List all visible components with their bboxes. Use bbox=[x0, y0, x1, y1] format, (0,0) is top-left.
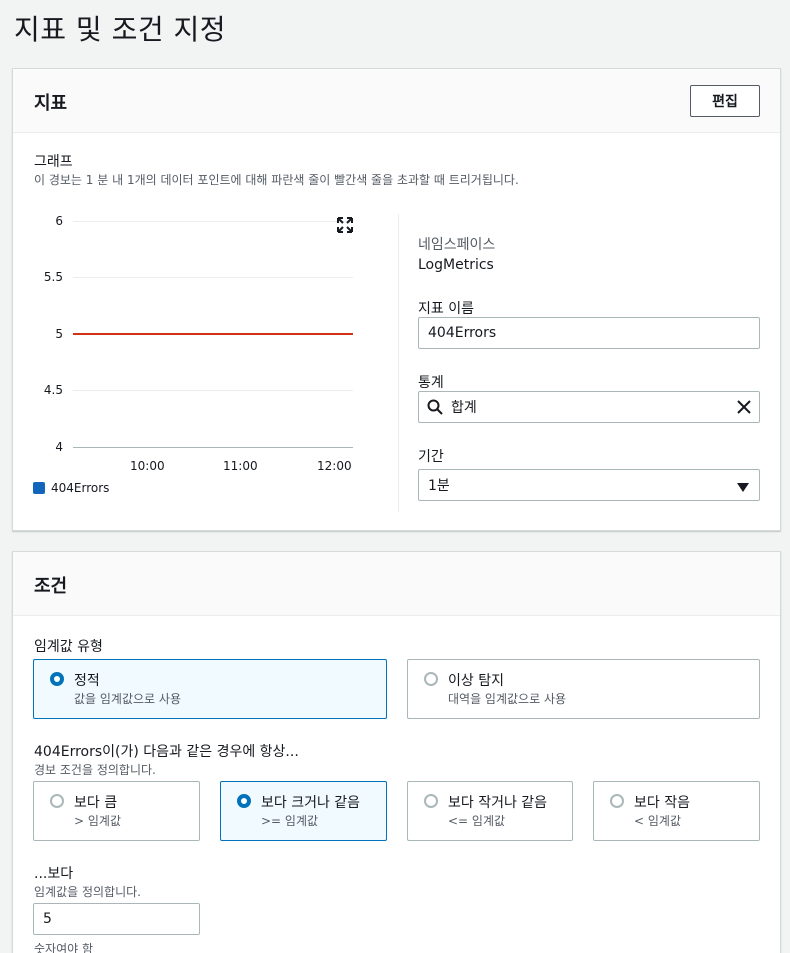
static-desc: 값을 임계값으로 사용 bbox=[74, 692, 181, 706]
than-label: ...보다 bbox=[34, 866, 74, 882]
conditions-panel: 조건 임계값 유형 정적 값을 임계값으로 사용 이상 탐지 대역을 임계값으로… bbox=[12, 551, 781, 953]
threshold-type-label: 임계값 유형 bbox=[34, 639, 103, 655]
clear-icon[interactable] bbox=[737, 400, 751, 414]
conditions-panel-title: 조건 bbox=[34, 576, 68, 597]
less-desc: < 임계값 bbox=[634, 814, 681, 828]
metric-panel-title: 지표 bbox=[34, 93, 68, 114]
graph-label: 그래프 bbox=[34, 154, 73, 170]
column-divider bbox=[398, 214, 399, 512]
namespace-value: LogMetrics bbox=[418, 257, 494, 273]
greater-title: 보다 큼 bbox=[74, 795, 118, 811]
radio-anomaly[interactable] bbox=[424, 672, 438, 686]
radio-less-equal[interactable] bbox=[424, 794, 438, 808]
conditions-panel-header: 조건 bbox=[13, 552, 780, 616]
operator-greater-equal[interactable]: 보다 크거나 같음 >= 임계값 bbox=[220, 781, 387, 841]
legend-label: 404Errors bbox=[51, 481, 110, 495]
chart-legend: 404Errors bbox=[33, 481, 109, 495]
greater-desc: > 임계값 bbox=[74, 814, 121, 828]
x-axis-line bbox=[73, 447, 353, 448]
metric-chart: 6 5.5 5 4.5 4 10:00 11:00 12:00 404Error… bbox=[33, 209, 363, 509]
statistic-value: 합계 bbox=[451, 400, 477, 416]
threshold-type-static[interactable]: 정적 값을 임계값으로 사용 bbox=[33, 659, 387, 719]
edit-button[interactable]: 편집 bbox=[690, 85, 760, 117]
namespace-label: 네임스페이스 bbox=[418, 237, 496, 253]
radio-less[interactable] bbox=[610, 794, 624, 808]
anomaly-title: 이상 탐지 bbox=[448, 673, 504, 689]
threshold-hint: 숫자여야 함 bbox=[34, 942, 94, 953]
x-tick-label: 12:00 bbox=[317, 459, 352, 473]
y-tick-label: 6 bbox=[55, 214, 63, 228]
metric-panel: 지표 편집 그래프 이 경보는 1 분 내 1개의 데이터 포인트에 대해 파란… bbox=[12, 68, 781, 531]
period-select[interactable]: 1분 bbox=[418, 469, 760, 501]
caret-down-icon bbox=[737, 481, 749, 492]
radio-greater[interactable] bbox=[50, 794, 64, 808]
threshold-line bbox=[73, 333, 353, 335]
threshold-type-anomaly[interactable]: 이상 탐지 대역을 임계값으로 사용 bbox=[407, 659, 760, 719]
metric-name-field[interactable]: 404Errors bbox=[418, 317, 760, 349]
search-icon bbox=[427, 399, 443, 415]
x-tick-label: 11:00 bbox=[223, 459, 258, 473]
operator-less[interactable]: 보다 작음 < 임계값 bbox=[593, 781, 760, 841]
whenever-description: 경보 조건을 정의합니다. bbox=[34, 763, 156, 777]
statistic-search-field[interactable]: 합계 bbox=[418, 391, 760, 423]
y-tick-label: 5.5 bbox=[43, 270, 63, 284]
y-tick-label: 4 bbox=[55, 440, 63, 454]
period-label: 기간 bbox=[418, 449, 444, 465]
metric-panel-header: 지표 편집 bbox=[13, 69, 780, 133]
expand-icon[interactable] bbox=[337, 217, 353, 233]
y-tick-label: 4.5 bbox=[43, 383, 63, 397]
gridline bbox=[73, 390, 353, 391]
legend-swatch bbox=[33, 482, 45, 494]
gridline bbox=[73, 277, 353, 278]
gridline bbox=[73, 221, 353, 222]
less-equal-title: 보다 작거나 같음 bbox=[448, 795, 548, 811]
graph-description: 이 경보는 1 분 내 1개의 데이터 포인트에 대해 파란색 줄이 빨간색 줄… bbox=[34, 173, 519, 187]
than-description: 임계값을 정의합니다. bbox=[34, 885, 141, 899]
less-equal-desc: <= 임계값 bbox=[448, 814, 506, 828]
threshold-value-input[interactable]: 5 bbox=[33, 903, 200, 935]
statistic-label: 통계 bbox=[418, 375, 444, 391]
greater-equal-desc: >= 임계값 bbox=[261, 814, 319, 828]
anomaly-desc: 대역을 임계값으로 사용 bbox=[448, 692, 567, 706]
x-tick-label: 10:00 bbox=[130, 459, 165, 473]
less-title: 보다 작음 bbox=[634, 795, 690, 811]
page-title: 지표 및 조건 지정 bbox=[14, 13, 227, 46]
metric-name-label: 지표 이름 bbox=[418, 301, 474, 317]
radio-static[interactable] bbox=[50, 672, 64, 686]
greater-equal-title: 보다 크거나 같음 bbox=[261, 795, 361, 811]
y-tick-label: 5 bbox=[55, 327, 63, 341]
whenever-label: 404Errors이(가) 다음과 같은 경우에 항상... bbox=[34, 744, 299, 760]
operator-greater[interactable]: 보다 큼 > 임계값 bbox=[33, 781, 200, 841]
static-title: 정적 bbox=[74, 673, 100, 689]
operator-less-equal[interactable]: 보다 작거나 같음 <= 임계값 bbox=[407, 781, 573, 841]
period-value: 1분 bbox=[428, 478, 450, 494]
radio-greater-equal[interactable] bbox=[237, 794, 251, 808]
